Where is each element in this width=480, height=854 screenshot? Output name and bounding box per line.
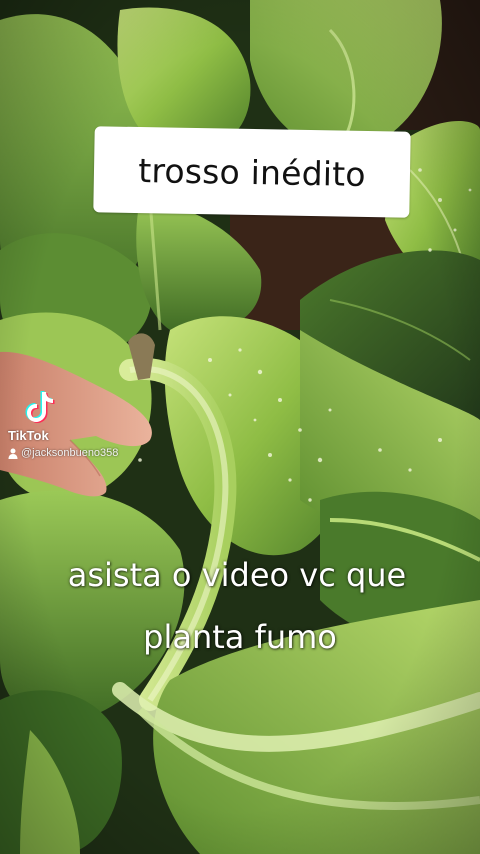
tiktok-note-icon (25, 391, 55, 423)
tiktok-watermark: TikTok @jacksonbueno358 (8, 390, 148, 466)
caption-line-1: asista o video vc que (67, 556, 407, 594)
user-icon (8, 448, 18, 459)
title-text: trosso inédito (137, 150, 367, 194)
tiktok-handle: @jacksonbueno358 (8, 447, 118, 459)
tiktok-handle-text: @jacksonbueno358 (21, 447, 119, 459)
caption-line-2: planta fumo (143, 618, 337, 656)
tiktok-brand-label: TikTok (8, 428, 49, 443)
video-frame: trosso inédito TikTok @jacksonbueno358 a… (0, 0, 480, 854)
title-sticker: trosso inédito (93, 126, 411, 218)
